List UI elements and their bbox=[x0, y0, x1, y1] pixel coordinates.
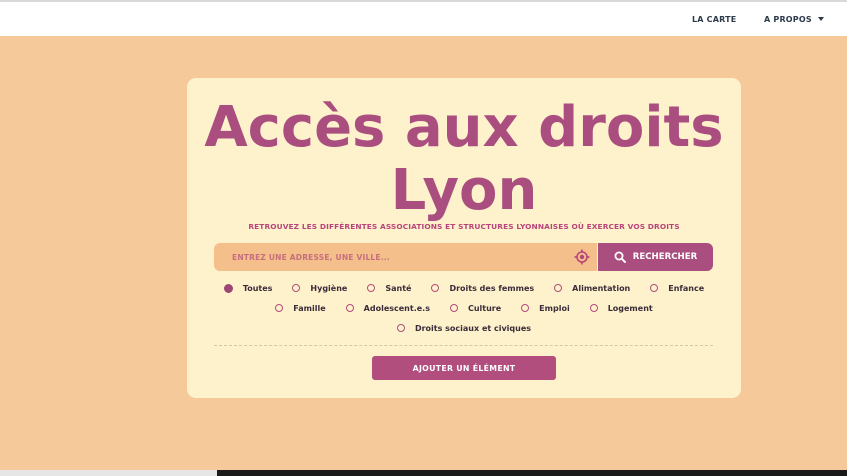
filter-row: Famille Adolescent.e.s Culture Emploi Logeme… bbox=[187, 302, 741, 314]
filter-option[interactable]: Adolescent.e.s bbox=[345, 303, 430, 313]
filter-option-label: Adolescent.e.s bbox=[363, 303, 430, 313]
search-card: Accès aux droits Lyon RETROUVEZ LES DIFF… bbox=[187, 78, 741, 398]
page-subtitle: RETROUVEZ LES DIFFÉRENTES ASSOCIATIONS E… bbox=[248, 222, 680, 231]
radio-icon[interactable] bbox=[275, 304, 284, 312]
filter-option-label: Famille bbox=[293, 303, 326, 313]
filter-option-label: Culture bbox=[467, 303, 502, 313]
nav-link-about[interactable]: A PROPOS bbox=[764, 15, 824, 24]
filter-option-label: Droits des femmes bbox=[449, 283, 535, 293]
crosshair-icon[interactable] bbox=[574, 249, 590, 265]
filter-option-label: Enfance bbox=[668, 283, 705, 293]
page-title-line-2: Lyon bbox=[390, 158, 538, 223]
radio-icon[interactable] bbox=[223, 283, 233, 293]
caret-down-icon bbox=[817, 17, 824, 21]
search-button[interactable]: RECHERCHER bbox=[598, 243, 713, 271]
category-filters: Toutes Hygiène Santé Droits des femmes Alime… bbox=[187, 282, 741, 342]
bottom-strip-segment bbox=[0, 470, 217, 476]
filter-option[interactable]: Droits des femmes bbox=[431, 284, 534, 293]
filter-option-label: Logement bbox=[607, 303, 653, 313]
radio-icon[interactable] bbox=[521, 304, 530, 312]
search-button-label: RECHERCHER bbox=[632, 252, 698, 262]
filter-option-label: Emploi bbox=[539, 303, 570, 313]
radio-icon[interactable] bbox=[431, 284, 440, 292]
filter-option[interactable]: Enfance bbox=[650, 284, 704, 293]
filter-option[interactable]: Toutes bbox=[223, 283, 273, 293]
filter-row: Toutes Hygiène Santé Droits des femmes Alime… bbox=[187, 282, 741, 294]
radio-icon[interactable] bbox=[345, 304, 354, 312]
filter-option[interactable]: Logement bbox=[589, 303, 653, 313]
magnifier-icon bbox=[614, 251, 626, 263]
search-bar: RECHERCHER bbox=[214, 243, 713, 271]
page-title-line-1: Accès aux droits bbox=[204, 95, 724, 160]
filter-option-label: Santé bbox=[385, 283, 412, 293]
radio-icon[interactable] bbox=[554, 284, 563, 292]
divider bbox=[214, 345, 713, 346]
filter-option[interactable]: Emploi bbox=[521, 304, 570, 313]
radio-icon[interactable] bbox=[650, 284, 659, 292]
filter-option[interactable]: Droits sociaux et civiques bbox=[396, 323, 532, 333]
nav-link-map[interactable]: LA CARTE bbox=[692, 15, 736, 24]
address-search-input[interactable] bbox=[214, 243, 597, 271]
filter-option-label: Droits sociaux et civiques bbox=[414, 323, 532, 333]
radio-icon[interactable] bbox=[292, 284, 301, 292]
radio-icon[interactable] bbox=[396, 324, 405, 332]
filter-option-label: Alimentation bbox=[572, 283, 631, 293]
nav-link-about-label: A PROPOS bbox=[764, 15, 812, 24]
filter-option-label: Toutes bbox=[242, 283, 273, 293]
filter-option[interactable]: Famille bbox=[275, 303, 326, 313]
bottom-strip bbox=[0, 470, 847, 476]
filter-option-label: Hygiène bbox=[310, 283, 348, 293]
filter-row: Droits sociaux et civiques bbox=[187, 322, 741, 334]
filter-option[interactable]: Alimentation bbox=[554, 284, 630, 293]
radio-icon[interactable] bbox=[589, 304, 598, 312]
filter-option[interactable]: Santé bbox=[367, 284, 411, 293]
filter-option[interactable]: Hygiène bbox=[292, 284, 347, 293]
add-element-button[interactable]: AJOUTER UN ÉLÉMENT bbox=[372, 356, 556, 380]
filter-option[interactable]: Culture bbox=[449, 303, 502, 313]
radio-icon[interactable] bbox=[449, 304, 458, 312]
radio-icon[interactable] bbox=[367, 284, 376, 292]
top-navbar: LA CARTE A PROPOS bbox=[0, 0, 847, 36]
